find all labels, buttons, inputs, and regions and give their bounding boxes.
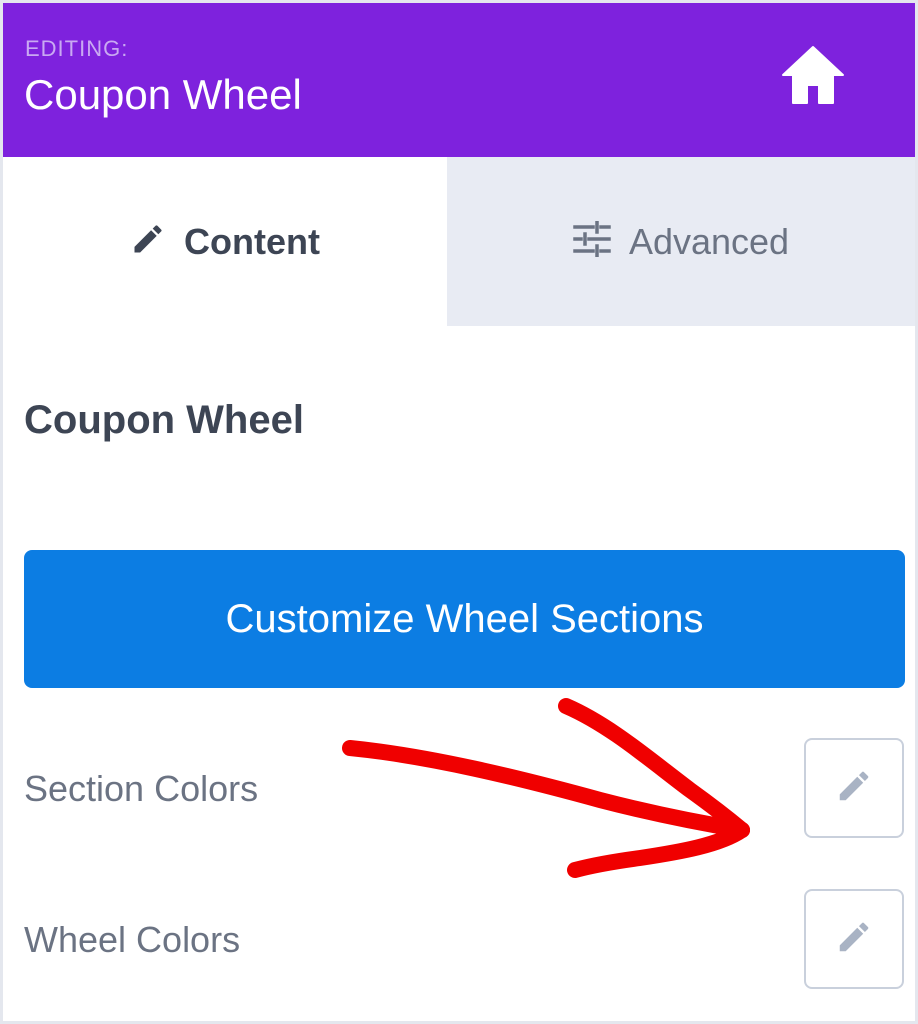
- tab-advanced-label: Advanced: [628, 220, 790, 262]
- editing-title: Coupon Wheel: [24, 71, 302, 118]
- editing-label: EDITING:: [25, 36, 129, 61]
- pencil-icon: [835, 767, 873, 810]
- tab-advanced[interactable]: Advanced: [447, 157, 915, 326]
- section-colors-label: Section Colors: [24, 768, 259, 809]
- customize-wheel-sections-button[interactable]: Customize Wheel Sections: [24, 550, 905, 688]
- wheel-colors-label: Wheel Colors: [24, 919, 241, 960]
- sliders-icon: [573, 220, 611, 262]
- section-colors-edit-button[interactable]: [804, 738, 904, 838]
- pencil-icon: [835, 918, 873, 961]
- tab-content[interactable]: Content: [3, 157, 447, 326]
- tab-content-label: Content: [184, 220, 320, 262]
- home-icon[interactable]: [781, 45, 845, 107]
- section-heading: Coupon Wheel: [24, 398, 304, 442]
- pencil-icon: [130, 221, 166, 262]
- editor-header: EDITING: Coupon Wheel: [3, 3, 915, 157]
- wheel-colors-edit-button[interactable]: [804, 889, 904, 989]
